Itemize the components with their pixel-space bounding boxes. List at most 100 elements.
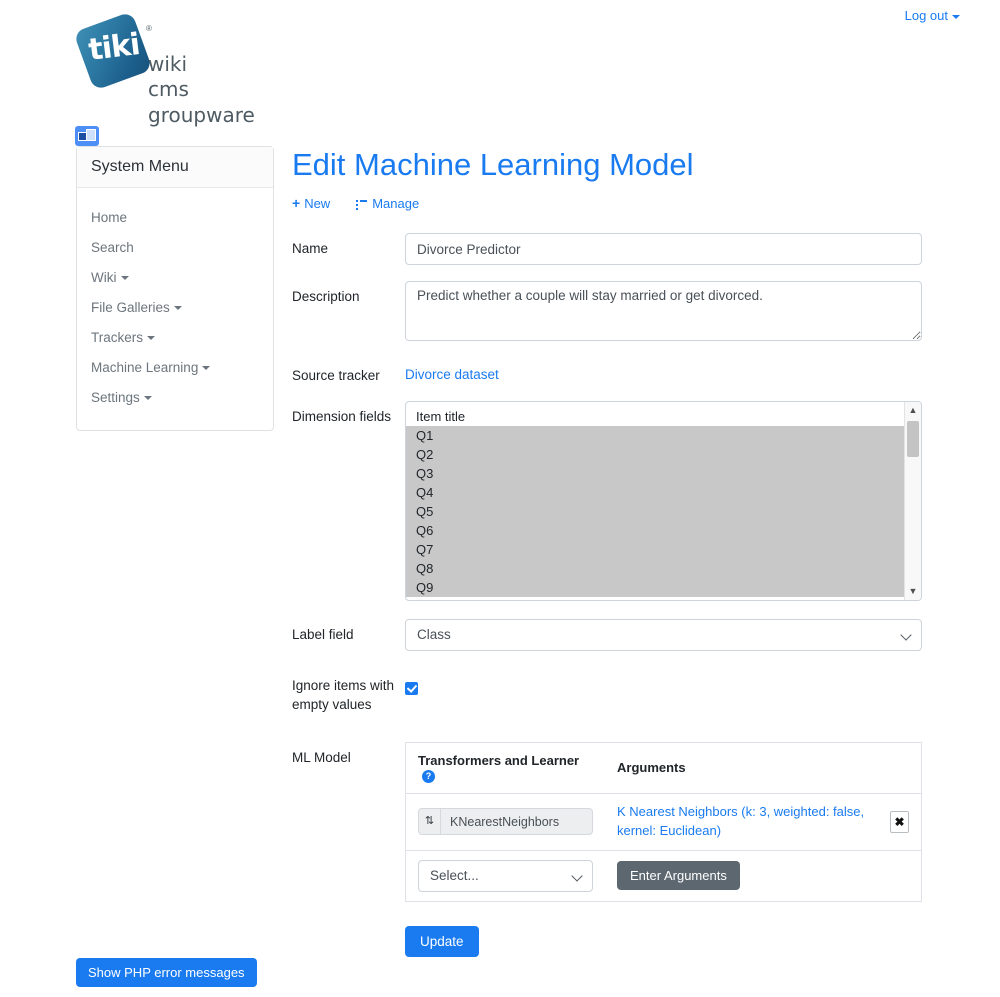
chevron-down-icon xyxy=(143,396,152,401)
arguments-link[interactable]: K Nearest Neighbors (k: 3, weighted: fal… xyxy=(617,804,864,838)
plus-icon: + xyxy=(292,195,301,212)
help-icon[interactable]: ? xyxy=(422,769,435,783)
sidebar-link-home[interactable]: Home xyxy=(91,210,127,225)
sidebar-item-home[interactable]: Home xyxy=(77,202,273,232)
new-model-link[interactable]: + New xyxy=(292,195,331,212)
update-button[interactable]: Update xyxy=(405,925,479,957)
list-item[interactable]: Q7 xyxy=(406,540,904,560)
column-header-transformers-label: Transformers and Learner xyxy=(418,752,580,768)
sidebar-item-trackers[interactable]: Trackers xyxy=(77,322,273,352)
page-title: Edit Machine Learning Model xyxy=(292,147,694,182)
list-item[interactable]: Q4 xyxy=(406,483,904,503)
table-header-row: Transformers and Learner? Arguments xyxy=(405,742,922,794)
enter-arguments-button[interactable]: Enter Arguments xyxy=(617,861,740,891)
field-row-label-field: Label field Class xyxy=(292,619,922,652)
list-item[interactable]: Q5 xyxy=(406,502,904,522)
drag-handle-icon[interactable]: ⇅ xyxy=(419,809,441,835)
panel-toggle-icon-inner xyxy=(78,132,87,141)
sidebar-link-machine-learning[interactable]: Machine Learning xyxy=(91,360,198,375)
learner-chip[interactable]: ⇅ KNearestNeighbors xyxy=(418,808,593,836)
name-input[interactable] xyxy=(405,233,922,266)
logo-tagline: wiki cms groupware xyxy=(148,52,255,128)
listbox-scrollbar[interactable]: ▲ ▼ xyxy=(904,402,921,601)
registered-mark: ® xyxy=(146,24,152,33)
chevron-down-icon xyxy=(900,629,912,642)
sidebar-link-trackers[interactable]: Trackers xyxy=(91,330,143,345)
new-model-label: New xyxy=(304,196,331,212)
logo-tagline-line-3: groupware xyxy=(148,102,255,127)
panel-toggle-icon xyxy=(86,129,96,141)
chevron-up-icon[interactable]: ▲ xyxy=(905,402,921,419)
chevron-down-icon[interactable]: ▼ xyxy=(905,583,921,600)
chevron-down-icon xyxy=(202,366,211,371)
field-row-dimension-fields: Dimension fields Item title Q1 Q2 Q3 Q4 … xyxy=(292,401,922,602)
system-menu-list: Home Search Wiki File Galleries Trackers… xyxy=(77,188,273,430)
source-tracker-label: Source tracker xyxy=(292,368,380,384)
sidebar-link-file-galleries[interactable]: File Galleries xyxy=(91,300,170,315)
delete-row-button[interactable]: ✖ xyxy=(890,810,909,833)
column-header-transformers: Transformers and Learner? xyxy=(405,742,605,794)
form-submit-row: Update xyxy=(292,925,922,957)
sidebar-link-search[interactable]: Search xyxy=(91,240,134,255)
scrollbar-thumb[interactable] xyxy=(907,421,919,458)
field-row-description: Description xyxy=(292,281,922,344)
learner-cell: ⇅ KNearestNeighbors xyxy=(405,793,605,851)
show-php-errors-button[interactable]: Show PHP error messages xyxy=(76,958,257,987)
sidebar-item-machine-learning[interactable]: Machine Learning xyxy=(77,352,273,382)
table-row: ⇅ KNearestNeighbors K Nearest Neighbors … xyxy=(405,793,922,851)
label-field-select[interactable]: Class xyxy=(405,619,922,652)
label-field-label: Label field xyxy=(292,627,354,643)
site-logo[interactable]: tiki ® wiki cms groupware xyxy=(73,8,334,127)
ml-model-table: Transformers and Learner? Arguments ⇅ KN… xyxy=(405,741,922,902)
sidebar-item-search[interactable]: Search xyxy=(77,232,273,262)
list-item[interactable]: Q3 xyxy=(406,464,904,484)
sidebar-toggle-button[interactable] xyxy=(75,126,99,146)
list-item[interactable]: Q6 xyxy=(406,521,904,541)
list-item[interactable]: Q9 xyxy=(406,578,904,598)
sidebar-item-settings[interactable]: Settings xyxy=(77,382,273,412)
system-menu-title: System Menu xyxy=(77,147,273,188)
logout-menu[interactable]: Log out xyxy=(905,8,960,23)
manage-models-link[interactable]: Manage xyxy=(356,196,419,211)
dimension-fields-listbox[interactable]: Item title Q1 Q2 Q3 Q4 Q5 Q6 Q7 Q8 Q9 ▲ … xyxy=(405,401,922,602)
chevron-down-icon xyxy=(120,276,129,281)
dimension-fields-options: Item title Q1 Q2 Q3 Q4 Q5 Q6 Q7 Q8 Q9 xyxy=(406,402,904,600)
delete-cell: ✖ xyxy=(878,793,922,851)
ml-model-label: ML Model xyxy=(292,749,351,765)
add-transformer-select[interactable]: Select... xyxy=(418,859,593,892)
main-content: Edit Machine Learning Model + New Manage N… xyxy=(292,146,922,957)
list-item[interactable]: Q1 xyxy=(406,426,904,446)
arguments-cell: K Nearest Neighbors (k: 3, weighted: fal… xyxy=(605,793,878,851)
chevron-down-icon xyxy=(147,336,156,341)
field-row-source-tracker: Source tracker Divorce dataset xyxy=(292,360,922,385)
logo-tagline-line-1: wiki xyxy=(148,52,188,76)
page-action-links: + New Manage xyxy=(292,195,922,211)
source-tracker-link[interactable]: Divorce dataset xyxy=(405,360,499,382)
ignore-empty-checkbox[interactable] xyxy=(405,682,418,696)
column-header-arguments: Arguments xyxy=(605,742,922,794)
manage-models-label: Manage xyxy=(372,196,420,212)
list-item[interactable]: Item title xyxy=(406,407,904,426)
system-menu-panel: System Menu Home Search Wiki File Galler… xyxy=(76,146,274,431)
sidebar-link-settings[interactable]: Settings xyxy=(91,390,140,405)
field-row-ignore-empty: Ignore items with empty values xyxy=(292,673,922,713)
tiki-logo-icon: tiki xyxy=(73,11,153,91)
dimension-fields-label: Dimension fields xyxy=(292,409,392,425)
add-transformer-value: Select... xyxy=(430,867,479,883)
sidebar-item-wiki[interactable]: Wiki xyxy=(77,262,273,292)
description-textarea[interactable] xyxy=(405,281,922,342)
chevron-down-icon xyxy=(952,14,960,19)
list-item[interactable]: Q8 xyxy=(406,559,904,579)
description-label: Description xyxy=(292,289,360,305)
logout-link[interactable]: Log out xyxy=(905,8,948,23)
table-row-add: Select... Enter Arguments xyxy=(406,850,922,901)
add-select-cell: Select... xyxy=(406,850,606,901)
field-row-name: Name xyxy=(292,233,922,266)
sidebar-link-wiki[interactable]: Wiki xyxy=(91,270,117,285)
label-field-selected-value: Class xyxy=(417,627,451,643)
ignore-empty-label: Ignore items with empty values xyxy=(292,678,395,712)
sidebar-item-file-galleries[interactable]: File Galleries xyxy=(77,292,273,322)
list-item[interactable]: Q2 xyxy=(406,445,904,465)
name-label: Name xyxy=(292,241,329,257)
enter-arguments-cell: Enter Arguments xyxy=(605,850,922,901)
